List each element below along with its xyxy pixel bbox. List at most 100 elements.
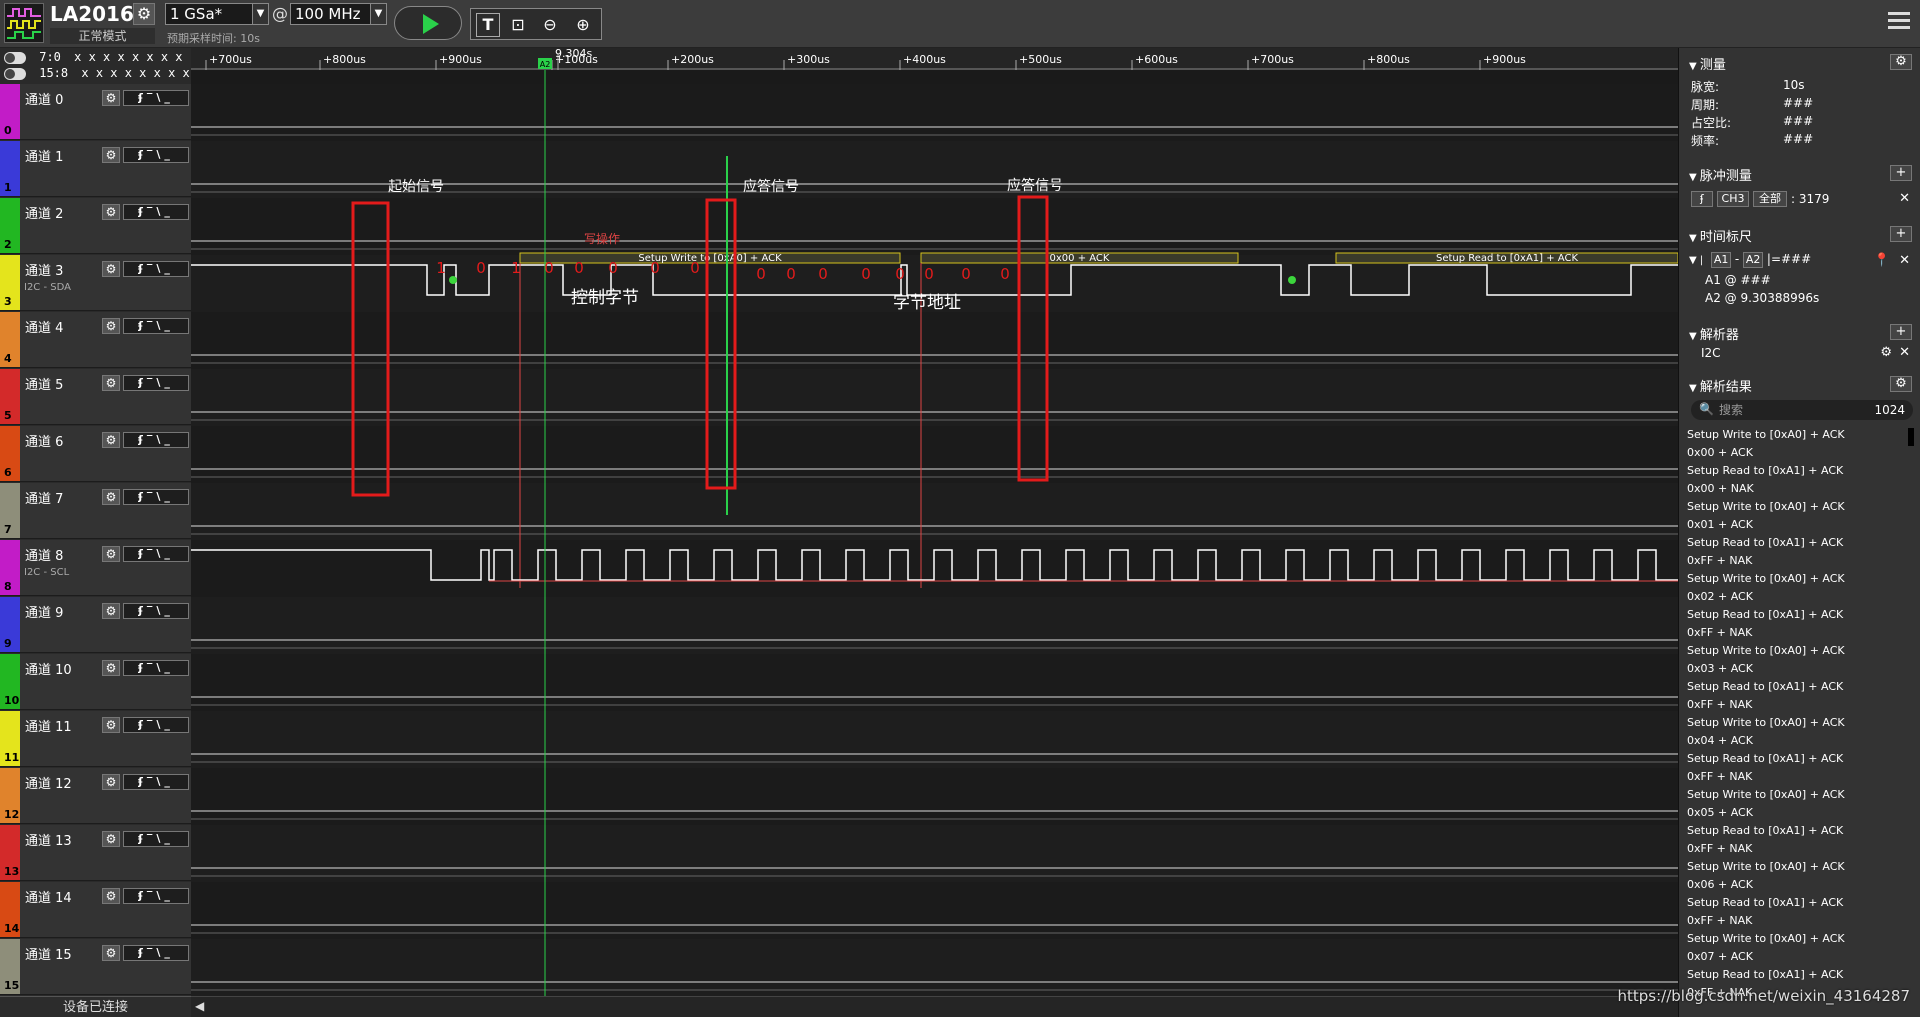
channel-name[interactable]: 通道 14 — [25, 887, 72, 906]
add-analyzer-plus-icon[interactable]: + — [1890, 324, 1912, 340]
result-row[interactable]: 0xFF + NAK — [1687, 770, 1902, 788]
result-row[interactable]: 0xFF + NAK — [1687, 626, 1902, 644]
channel-settings-gear-icon[interactable]: ⚙ — [102, 603, 120, 619]
channel-row[interactable]: 0 通道 0 ⚙ ʄ‾\_ — [0, 84, 191, 140]
result-row[interactable]: Setup Read to [0xA1] + ACK — [1687, 752, 1902, 770]
close-icon[interactable]: ✕ — [1899, 253, 1910, 268]
channel-row[interactable]: 8 通道 8 I2C - SCL ⚙ ʄ‾\_ — [0, 540, 191, 596]
result-row[interactable]: 0x03 + ACK — [1687, 662, 1902, 680]
zoom-select-icon[interactable]: ⊡ — [506, 13, 530, 37]
channel-settings-gear-icon[interactable]: ⚙ — [102, 660, 120, 676]
channel-name[interactable]: 通道 3 — [25, 260, 63, 279]
trigger-select-icon[interactable]: ʄ‾\_ — [123, 717, 189, 733]
result-row[interactable]: 0x06 + ACK — [1687, 878, 1902, 896]
channel-settings-gear-icon[interactable]: ⚙ — [102, 204, 120, 220]
device-settings-gear-icon[interactable]: ⚙ — [133, 3, 155, 25]
cursor-a1-button[interactable]: A1 — [1711, 252, 1732, 268]
result-row[interactable]: Setup Write to [0xA0] + ACK — [1687, 428, 1902, 446]
waveform-canvas[interactable]: +700us +800us +900us +100us +200us +300us +400… — [191, 47, 1679, 996]
result-row[interactable]: 0xFF + NAK — [1687, 914, 1902, 932]
channel-row[interactable]: 12 通道 12 ⚙ ʄ‾\_ — [0, 768, 191, 824]
channel-name[interactable]: 通道 0 — [25, 89, 63, 108]
result-row[interactable]: Setup Read to [0xA1] + ACK — [1687, 464, 1902, 482]
channel-name[interactable]: 通道 13 — [25, 830, 72, 849]
result-row[interactable]: Setup Read to [0xA1] + ACK — [1687, 608, 1902, 626]
scroll-left-icon[interactable]: ◀ — [195, 999, 204, 1013]
trigger-select-icon[interactable]: ʄ‾\_ — [123, 147, 189, 163]
channel-row[interactable]: 11 通道 11 ⚙ ʄ‾\_ — [0, 711, 191, 767]
channel-name[interactable]: 通道 2 — [25, 203, 63, 222]
channel-name[interactable]: 通道 15 — [25, 944, 72, 963]
pulse-section-title[interactable]: 脉冲测量 — [1689, 165, 1752, 184]
edge-select-button[interactable]: ʄ — [1691, 191, 1713, 207]
channel-row[interactable]: 4 通道 4 ⚙ ʄ‾\_ — [0, 312, 191, 368]
trigger-select-icon[interactable]: ʄ‾\_ — [123, 546, 189, 562]
trigger-select-icon[interactable]: ʄ‾\_ — [123, 489, 189, 505]
channel-name[interactable]: 通道 5 — [25, 374, 63, 393]
zoom-in-icon[interactable]: ⊕ — [571, 13, 595, 37]
result-row[interactable]: 0x01 + ACK — [1687, 518, 1902, 536]
add-cursor-plus-icon[interactable]: + — [1890, 226, 1912, 242]
channel-name[interactable]: 通道 6 — [25, 431, 63, 450]
channel-settings-gear-icon[interactable]: ⚙ — [102, 774, 120, 790]
channel-settings-gear-icon[interactable]: ⚙ — [102, 489, 120, 505]
result-row[interactable]: Setup Write to [0xA0] + ACK — [1687, 500, 1902, 518]
result-row[interactable]: Setup Read to [0xA1] + ACK — [1687, 968, 1902, 986]
result-row[interactable]: 0x00 + NAK — [1687, 482, 1902, 500]
sample-rate-select[interactable]: 1 GSa* ▼ — [165, 3, 269, 25]
channel-settings-gear-icon[interactable]: ⚙ — [102, 831, 120, 847]
channel-settings-gear-icon[interactable]: ⚙ — [102, 432, 120, 448]
channel-row[interactable]: 10 通道 10 ⚙ ʄ‾\_ — [0, 654, 191, 710]
results-section-title[interactable]: 解析结果 — [1689, 376, 1752, 395]
scope-select-button[interactable]: 全部 — [1753, 191, 1787, 207]
analyzer-settings-gear-icon[interactable]: ⚙ — [1880, 345, 1892, 360]
result-row[interactable]: Setup Read to [0xA1] + ACK — [1687, 680, 1902, 698]
results-list[interactable]: Setup Write to [0xA0] + ACK 0x00 + ACK Set… — [1687, 428, 1902, 1004]
channel-settings-gear-icon[interactable]: ⚙ — [102, 90, 120, 106]
channel-name[interactable]: 通道 9 — [25, 602, 63, 621]
channel-settings-gear-icon[interactable]: ⚙ — [102, 147, 120, 163]
channel-name[interactable]: 通道 4 — [25, 317, 63, 336]
result-row[interactable]: 0x02 + ACK — [1687, 590, 1902, 608]
result-row[interactable]: 0xFF + NAK — [1687, 554, 1902, 572]
channel-row[interactable]: 9 通道 9 ⚙ ʄ‾\_ — [0, 597, 191, 653]
result-row[interactable]: 0x05 + ACK — [1687, 806, 1902, 824]
channel-settings-gear-icon[interactable]: ⚙ — [102, 945, 120, 961]
channel-settings-gear-icon[interactable]: ⚙ — [102, 375, 120, 391]
channel-name[interactable]: 通道 10 — [25, 659, 72, 678]
channel-settings-gear-icon[interactable]: ⚙ — [102, 261, 120, 277]
trigger-select-icon[interactable]: ʄ‾\_ — [123, 945, 189, 961]
trigger-select-icon[interactable]: ʄ‾\_ — [123, 90, 189, 106]
close-icon[interactable]: ✕ — [1899, 345, 1910, 360]
channel-select-button[interactable]: CH3 — [1717, 191, 1749, 207]
result-row[interactable]: 0xFF + NAK — [1687, 698, 1902, 716]
trigger-select-icon[interactable]: ʄ‾\_ — [123, 888, 189, 904]
channel-name[interactable]: 通道 7 — [25, 488, 63, 507]
group-toggle[interactable] — [4, 51, 26, 64]
result-row[interactable]: 0x07 + ACK — [1687, 950, 1902, 968]
result-row[interactable]: 0x00 + ACK — [1687, 446, 1902, 464]
result-row[interactable]: Setup Write to [0xA0] + ACK — [1687, 932, 1902, 950]
result-row[interactable]: Setup Write to [0xA0] + ACK — [1687, 572, 1902, 590]
close-icon[interactable]: ✕ — [1899, 191, 1910, 206]
result-row[interactable]: Setup Write to [0xA0] + ACK — [1687, 644, 1902, 662]
mode-label[interactable]: 正常模式 — [50, 28, 155, 44]
result-row[interactable]: Setup Read to [0xA1] + ACK — [1687, 824, 1902, 842]
zoom-out-icon[interactable]: ⊖ — [538, 13, 562, 37]
result-row[interactable]: 0x04 + ACK — [1687, 734, 1902, 752]
result-row[interactable]: 0xFF + NAK — [1687, 842, 1902, 860]
trigger-select-icon[interactable]: ʄ‾\_ — [123, 603, 189, 619]
channel-name[interactable]: 通道 8 — [25, 545, 63, 564]
channel-row[interactable]: 6 通道 6 ⚙ ʄ‾\_ — [0, 426, 191, 482]
waveform-area[interactable]: +700us +800us +900us +100us +200us +300us +400… — [191, 47, 1679, 996]
trigger-select-icon[interactable]: ʄ‾\_ — [123, 318, 189, 334]
cursor-section-title[interactable]: 时间标尺 — [1689, 226, 1752, 245]
channel-row[interactable]: 5 通道 5 ⚙ ʄ‾\_ — [0, 369, 191, 425]
horizontal-scrollbar[interactable]: ◀ — [191, 996, 1678, 1017]
channel-row[interactable]: 14 通道 14 ⚙ ʄ‾\_ — [0, 882, 191, 938]
result-row[interactable]: Setup Write to [0xA0] + ACK — [1687, 716, 1902, 734]
measure-settings-gear-icon[interactable]: ⚙ — [1890, 54, 1912, 70]
trigger-select-icon[interactable]: ʄ‾\_ — [123, 831, 189, 847]
trigger-select-icon[interactable]: ʄ‾\_ — [123, 375, 189, 391]
group-toggle[interactable] — [4, 67, 26, 80]
